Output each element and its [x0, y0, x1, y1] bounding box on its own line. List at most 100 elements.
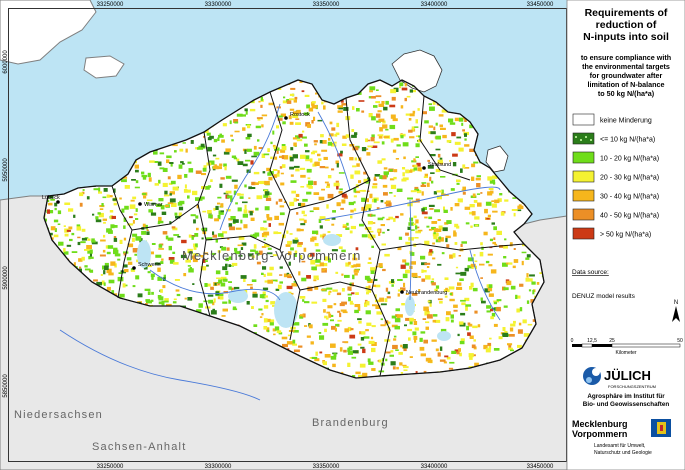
raster-cell [444, 277, 449, 280]
raster-cell [342, 226, 348, 228]
raster-cell [151, 243, 156, 245]
raster-cell [135, 180, 139, 184]
raster-cell [379, 297, 384, 302]
raster-cell [371, 214, 376, 217]
raster-cell [351, 356, 357, 359]
raster-cell [517, 344, 522, 348]
raster-cell [347, 347, 351, 353]
raster-cell [392, 149, 397, 153]
raster-cell [167, 176, 171, 180]
raster-cell [437, 153, 441, 158]
raster-cell [343, 107, 349, 111]
raster-cell [426, 309, 429, 312]
raster-cell [298, 202, 301, 207]
raster-cell [351, 292, 355, 295]
raster-cell [498, 336, 503, 340]
raster-cell [445, 235, 451, 239]
raster-cell [458, 348, 461, 352]
raster-cell [169, 193, 172, 196]
raster-cell [66, 229, 71, 232]
raster-cell [217, 283, 220, 286]
raster-cell [426, 182, 430, 187]
raster-cell [269, 322, 274, 326]
raster-cell [340, 309, 347, 312]
raster-cell [172, 251, 176, 254]
raster-cell [135, 218, 139, 220]
raster-cell [141, 171, 145, 175]
raster-cell [399, 362, 403, 366]
raster-cell [286, 341, 293, 345]
raster-cell [134, 186, 140, 189]
raster-cell [453, 230, 456, 233]
raster-cell [309, 210, 314, 213]
raster-cell [76, 226, 82, 231]
raster-cell [250, 217, 255, 221]
raster-cell [522, 319, 527, 324]
raster-cell [285, 244, 291, 247]
raster-cell [113, 236, 117, 238]
raster-cell [319, 225, 323, 229]
raster-cell [124, 205, 129, 210]
raster-cell [176, 293, 181, 297]
raster-cell [341, 199, 346, 204]
raster-cell [421, 182, 427, 184]
raster-cell [247, 124, 251, 129]
raster-cell [409, 217, 414, 222]
raster-cell [409, 136, 415, 139]
raster-cell [322, 298, 327, 302]
raster-cell [350, 328, 354, 331]
raster-cell [400, 372, 404, 374]
raster-cell [184, 297, 187, 300]
raster-cell [449, 361, 455, 364]
raster-cell [402, 364, 407, 367]
raster-cell [401, 303, 405, 306]
raster-cell [421, 211, 428, 215]
raster-cell [431, 278, 435, 281]
raster-cell [160, 289, 163, 293]
scale-seg-3 [592, 344, 612, 347]
lake-feldberg [437, 331, 451, 341]
scale-unit: Kilometer [615, 350, 636, 356]
raster-cell [458, 255, 461, 257]
raster-cell [68, 226, 73, 230]
raster-cell [261, 114, 268, 117]
raster-cell [412, 331, 417, 336]
raster-cell [287, 276, 293, 279]
raster-cell [367, 145, 373, 148]
north-label: N [674, 300, 678, 306]
raster-cell [353, 201, 356, 204]
raster-cell [302, 198, 308, 202]
raster-cell [460, 299, 466, 302]
raster-cell [95, 219, 102, 223]
raster-cell [198, 303, 203, 308]
raster-cell [471, 211, 476, 216]
raster-cell [166, 303, 172, 306]
raster-cell [464, 267, 469, 272]
raster-cell [531, 281, 536, 285]
raster-cell [526, 273, 529, 278]
raster-cell [322, 269, 325, 272]
raster-cell [426, 314, 433, 319]
legend-title: Requirements of reduction of N-inputs into… [583, 7, 669, 43]
raster-cell [337, 319, 342, 322]
raster-cell [420, 255, 426, 260]
raster-cell [375, 101, 380, 104]
raster-cell [183, 273, 187, 277]
raster-cell [328, 137, 331, 141]
raster-cell [439, 300, 443, 304]
mv-line-2: Vorpommern [572, 429, 627, 439]
raster-cell [174, 279, 180, 281]
raster-cell [178, 206, 184, 211]
raster-cell [263, 220, 267, 223]
raster-cell [493, 348, 500, 351]
raster-cell [239, 196, 244, 199]
raster-cell [131, 179, 136, 181]
raster-cell [503, 256, 507, 259]
raster-cell [249, 211, 253, 216]
raster-cell [422, 318, 427, 320]
raster-cell [168, 245, 172, 251]
raster-cell [429, 176, 432, 182]
raster-cell [212, 231, 215, 235]
raster-cell [260, 227, 265, 231]
raster-cell [526, 300, 530, 304]
